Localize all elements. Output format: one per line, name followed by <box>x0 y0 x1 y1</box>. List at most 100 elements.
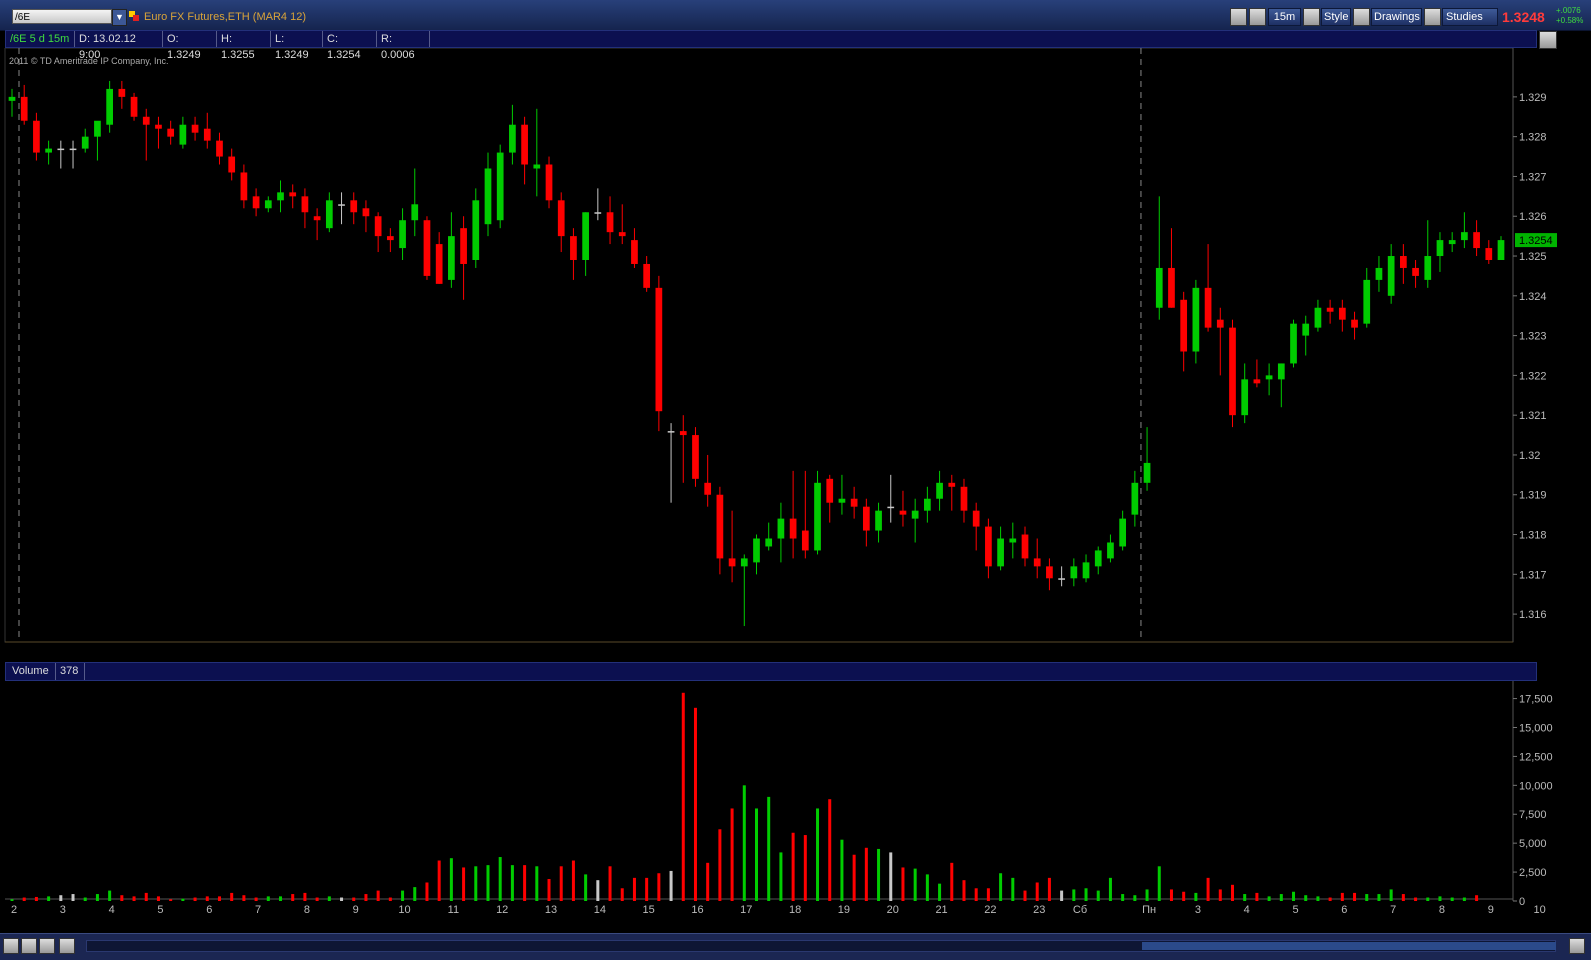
candle-body <box>1229 327 1236 416</box>
time-axis-label: Сб <box>1073 904 1087 916</box>
volume-bar <box>1450 897 1454 901</box>
candle-body <box>179 124 187 145</box>
candle-body <box>1302 323 1310 336</box>
volume-bar <box>1035 882 1039 901</box>
candle-body <box>545 164 553 201</box>
volume-bar <box>816 808 820 901</box>
volume-bar <box>1414 897 1418 901</box>
volume-bar <box>108 890 112 901</box>
volume-bar <box>1292 891 1296 901</box>
studies-icon[interactable] <box>1424 8 1441 26</box>
volume-chart[interactable]: 17,500 15,000 12,500 10,000 7,500 5,000 2,500 0… <box>0 681 1591 933</box>
price-tick-label: 1.318 <box>1519 530 1547 542</box>
symbol-dropdown-button[interactable]: ▼ <box>112 9 127 26</box>
style-button[interactable]: Style <box>1321 8 1351 26</box>
time-axis-label: 8 <box>304 904 310 916</box>
zoom-out-icon[interactable] <box>39 938 55 954</box>
timeframe-button[interactable]: 15m <box>1268 8 1301 26</box>
time-axis-label: 18 <box>789 904 801 916</box>
candle-body <box>130 96 138 117</box>
ohlc-info-bar: /6E 5 d 15m D: 13.02.12 9:00 O: 1.3249 H… <box>5 30 1537 61</box>
candle-body <box>521 124 528 165</box>
volume-bar <box>657 873 661 901</box>
style-icon[interactable] <box>1303 8 1320 26</box>
time-axis-label: 4 <box>1244 904 1250 916</box>
volume-bar <box>852 854 856 901</box>
volume-bar <box>755 808 758 901</box>
scrollbar-thumb[interactable] <box>1142 942 1556 950</box>
candle-body <box>618 232 626 237</box>
studies-button[interactable]: Studies <box>1442 8 1498 26</box>
candle-body <box>460 228 467 264</box>
candle-body <box>1168 267 1175 308</box>
volume-bar <box>608 866 612 901</box>
volume-bar <box>1133 895 1137 901</box>
candle-body <box>1119 518 1127 547</box>
volume-bar <box>523 865 527 901</box>
candle-body <box>1277 363 1285 380</box>
time-axis-label: 10 <box>1533 904 1545 916</box>
open-value: O: 1.3249 <box>163 31 217 61</box>
volume-bar <box>1084 888 1088 901</box>
price-tick-label: 1.319 <box>1519 490 1547 502</box>
time-axis-label: 3 <box>1195 904 1201 916</box>
candle-body <box>1192 287 1200 352</box>
candle-body <box>240 172 248 201</box>
close-value: C: 1.3254 <box>323 31 377 61</box>
time-axis-label: 13 <box>545 904 557 916</box>
volume-bar <box>1426 897 1430 901</box>
candle-body <box>45 148 52 153</box>
volume-bar <box>938 883 942 901</box>
volume-bar <box>974 888 978 901</box>
time-scrollbar[interactable] <box>86 940 1556 952</box>
volume-bar <box>120 895 124 901</box>
volume-bar <box>1243 894 1247 901</box>
candle-body <box>997 538 1004 567</box>
time-axis-label: 17 <box>740 904 752 916</box>
candle-body <box>313 216 321 221</box>
volume-bar <box>1145 889 1149 901</box>
candle-body <box>1094 550 1102 567</box>
price-chart[interactable]: 1.329 1.328 1.327 1.326 1.325 1.324 1.323 1.322… <box>0 48 1591 654</box>
volume-bar <box>510 865 514 901</box>
expand-icon[interactable] <box>1569 938 1585 954</box>
cursor-icon[interactable] <box>59 938 75 954</box>
volume-bar <box>144 892 148 901</box>
link-icon[interactable] <box>1249 8 1266 26</box>
candle-body <box>374 216 382 237</box>
candle-body <box>1375 267 1383 280</box>
chart-settings-icon[interactable] <box>1539 31 1557 49</box>
time-axis-label: 12 <box>496 904 508 916</box>
candle-body <box>972 510 980 527</box>
symbol-input[interactable]: /6E <box>12 9 112 24</box>
time-axis-label: 5 <box>1292 904 1298 916</box>
low-value: L: 1.3249 <box>271 31 323 61</box>
time-axis-label: 9 <box>353 904 359 916</box>
volume-value: 378 <box>54 663 86 680</box>
candle-body <box>740 558 748 567</box>
candle-body <box>875 510 882 531</box>
volume-bar <box>254 897 258 901</box>
candle-body <box>1021 534 1029 559</box>
grid-icon[interactable] <box>3 938 19 954</box>
volume-bar <box>1169 889 1173 901</box>
volume-bar <box>327 896 331 901</box>
candle-body <box>1436 240 1444 257</box>
candle-body <box>1082 562 1090 579</box>
volume-bar <box>474 866 478 901</box>
volume-bar <box>156 896 160 901</box>
volume-bar <box>547 879 551 901</box>
candle-body <box>472 200 480 260</box>
drawings-icon[interactable] <box>1353 8 1370 26</box>
zoom-in-icon[interactable] <box>21 938 37 954</box>
volume-bar <box>1353 892 1357 901</box>
volume-bar <box>425 882 429 901</box>
tools-icon[interactable] <box>1230 8 1247 26</box>
volume-bar <box>34 896 38 901</box>
drawings-button[interactable]: Drawings <box>1371 8 1422 26</box>
candle-body <box>679 431 687 436</box>
period-label[interactable]: /6E 5 d 15m <box>6 31 75 47</box>
price-tick-label: 1.325 <box>1519 251 1547 263</box>
volume-bar <box>388 897 392 901</box>
candle-body <box>81 136 89 149</box>
